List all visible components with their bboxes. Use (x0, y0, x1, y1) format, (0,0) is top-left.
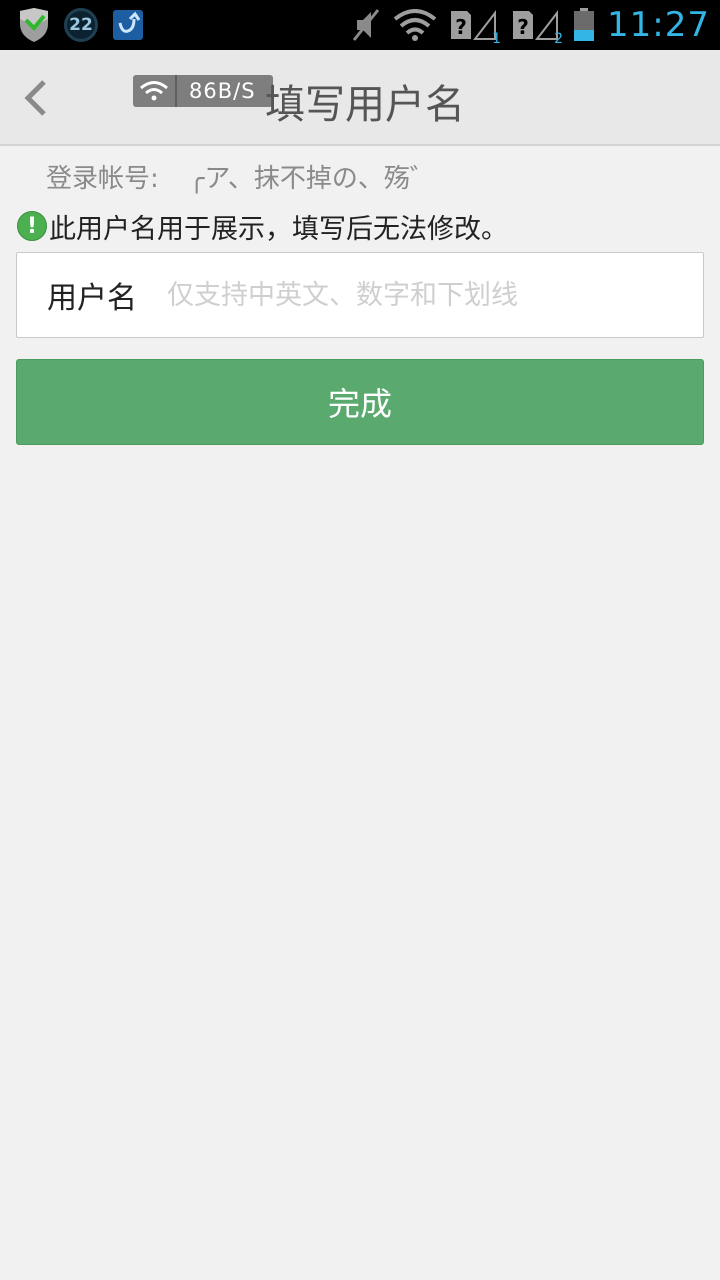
username-label: 用户名 (47, 281, 137, 316)
tip-text: 此用户名用于展示，填写后无法修改。 (49, 213, 508, 245)
sim2-signal-icon: ? 2 (511, 9, 563, 47)
network-speed-overlay: 86B/S (133, 75, 273, 107)
chevron-left-icon (24, 80, 46, 116)
svg-text:?: ? (517, 15, 529, 39)
network-speed-text: 86B/S (189, 79, 256, 103)
done-button[interactable]: 完成 (16, 359, 704, 445)
security-shield-icon (18, 8, 50, 42)
account-value: ╭ア、抹不掉の、殇゛ (188, 164, 436, 194)
battery-icon (573, 8, 595, 42)
account-label: 登录帐号: (46, 164, 159, 194)
back-button[interactable] (12, 72, 60, 124)
vibrate-mute-icon (351, 8, 381, 42)
tip-row: ! 此用户名用于展示，填写后无法修改。 (17, 208, 508, 245)
wifi-icon (133, 75, 177, 107)
status-bar: 22 ? 1 ? 2 11:27 (0, 0, 720, 50)
account-row: 登录帐号: ╭ア、抹不掉の、殇゛ (46, 158, 436, 195)
sim2-index: 2 (554, 31, 564, 47)
notification-count-badge: 22 (64, 8, 98, 42)
clock: 11:27 (607, 5, 710, 45)
top-app-bar: 86B/S 填写用户名 (0, 50, 720, 146)
sim1-signal-icon: ? 1 (449, 9, 501, 47)
wifi-icon (393, 9, 437, 41)
page-title: 填写用户名 (265, 82, 465, 128)
exclamation-icon: ! (17, 211, 47, 241)
svg-text:?: ? (455, 15, 467, 39)
app-update-icon (112, 9, 144, 41)
username-input[interactable] (167, 265, 703, 325)
username-field-container: 用户名 (16, 252, 704, 338)
sim1-index: 1 (492, 31, 502, 47)
